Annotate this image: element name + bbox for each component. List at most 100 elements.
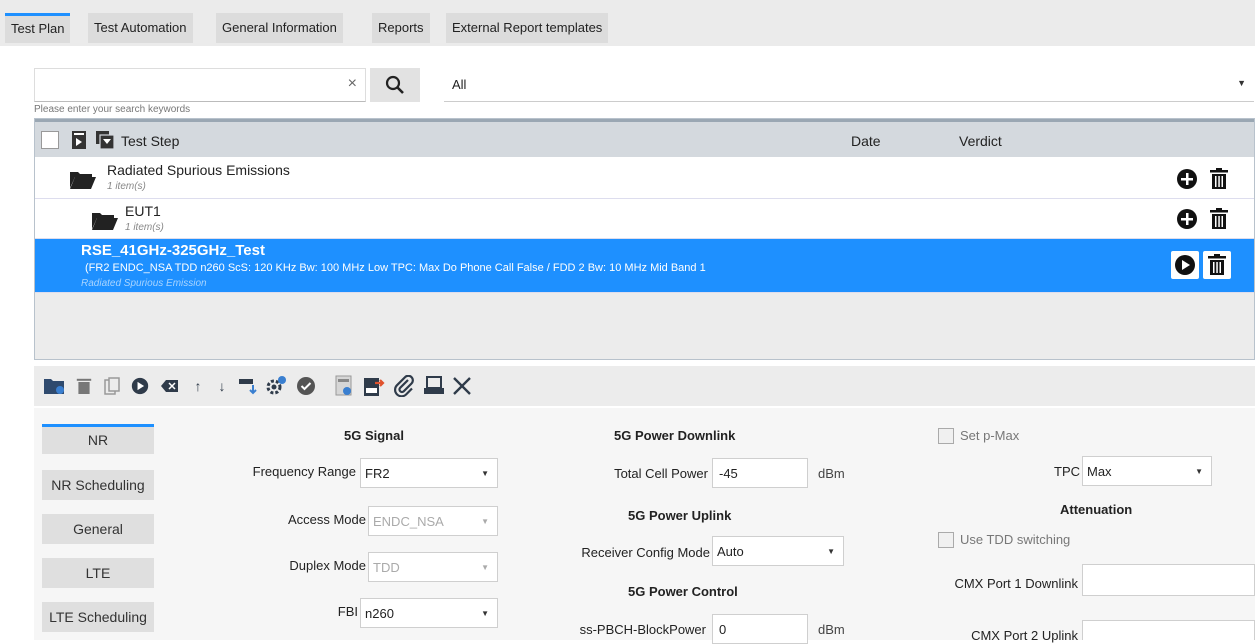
receiver-config-mode-value: Auto [717,544,744,559]
tab-test-plan[interactable]: Test Plan [5,13,71,43]
clear-search-icon[interactable]: × [348,75,357,93]
collapse-all-icon[interactable] [69,130,89,150]
import-button[interactable] [234,372,262,400]
tpc-value: Max [1087,464,1112,479]
delete-step-button[interactable] [70,372,98,400]
sidebar-item-lte-scheduling[interactable]: LTE Scheduling [42,602,154,632]
total-cell-power-unit: dBm [818,466,845,481]
chevron-down-icon: ▼ [1237,78,1246,88]
header-verdict: Verdict [959,133,1002,149]
select-all-checkbox[interactable] [41,131,59,149]
sidebar-item-nr-scheduling[interactable]: NR Scheduling [42,470,154,500]
test-step-tree: Test Step Date Verdict Radiated Spurious… [34,118,1255,360]
cmx-port-1-downlink-input[interactable] [1082,564,1255,596]
tpc-label: TPC [1054,464,1080,479]
toolbar: ↑ ↓ [34,366,1255,406]
add-button[interactable] [1173,165,1201,193]
new-folder-button[interactable] [40,372,68,400]
check-circle-icon [297,377,315,395]
use-tdd-switching-label: Use TDD switching [960,532,1071,547]
receiver-config-mode-select[interactable]: Auto ▼ [712,536,844,566]
total-cell-power-label: Total Cell Power [614,466,708,481]
printer-icon [424,376,444,394]
set-p-max-checkbox[interactable] [938,428,954,444]
delete-button[interactable] [1203,251,1231,279]
tree-row-group[interactable]: Radiated Spurious Emissions 1 item(s) [35,157,1254,199]
row-item-count: 1 item(s) [125,222,164,233]
paperclip-icon [394,375,414,397]
tree-row-test-step[interactable]: RSE_41GHz-325GHz_Test (FR2 ENDC_NSA TDD … [35,239,1254,293]
trash-icon [1210,168,1228,189]
delete-button[interactable] [1205,165,1233,193]
chevron-down-icon: ▼ [481,517,489,526]
chevron-down-icon: ▼ [481,609,489,618]
report-settings-icon [335,375,352,396]
settings-add-button[interactable] [262,372,290,400]
frequency-range-label: Frequency Range [252,464,356,479]
folder-open-icon [70,172,96,189]
cmx-port-1-downlink-label: CMX Port 1 Downlink [954,576,1078,591]
expand-all-icon[interactable] [95,130,115,150]
search-input[interactable]: × [34,68,366,102]
chevron-down-icon: ▼ [1195,467,1203,476]
plus-circle-icon [1177,209,1197,229]
header-date: Date [851,133,881,149]
sidebar-item-general[interactable]: General [42,514,154,544]
use-tdd-switching-checkbox[interactable] [938,532,954,548]
verify-button[interactable] [292,372,320,400]
sidebar-item-lte[interactable]: LTE [42,558,154,588]
copy-button[interactable] [98,372,126,400]
sidebar-item-nr[interactable]: NR [42,424,154,454]
close-button[interactable] [448,372,476,400]
total-cell-power-value: -45 [719,466,738,481]
trash-icon [76,378,92,394]
arrow-up-icon: ↑ [194,378,202,394]
run-button[interactable] [1171,251,1199,279]
fbi-label: FBI [337,604,358,619]
total-cell-power-input[interactable]: -45 [712,458,808,488]
tree-header: Test Step Date Verdict [35,119,1254,157]
search-icon [385,75,404,94]
row-title: RSE_41GHz-325GHz_Test [81,242,265,259]
frequency-range-select[interactable]: FR2 ▼ [360,458,498,488]
add-button[interactable] [1173,205,1201,233]
delete-button[interactable] [1205,205,1233,233]
tab-external-report-templates[interactable]: External Report templates [446,13,609,43]
filter-dropdown[interactable]: All ▼ [444,68,1254,102]
ss-pbch-blockpower-unit: dBm [818,622,845,637]
duplex-mode-value: TDD [373,560,400,575]
tab-test-automation[interactable]: Test Automation [88,13,193,43]
tab-bar: Test Plan Test Automation General Inform… [0,0,1255,46]
backspace-button[interactable] [156,372,184,400]
folder-open-icon [92,213,118,230]
tree-row-group[interactable]: EUT1 1 item(s) [35,199,1254,239]
section-title-attenuation: Attenuation [1060,502,1133,517]
tpc-select[interactable]: Max ▼ [1082,456,1212,486]
fbi-select[interactable]: n260 ▼ [360,598,498,628]
section-title-5g-power-uplink: 5G Power Uplink [628,508,732,523]
import-icon [239,379,257,395]
filter-value: All [452,77,467,92]
report-settings-button[interactable] [330,372,358,400]
row-detail: (FR2 ENDC_NSA TDD n260 ScS: 120 KHz Bw: … [85,262,706,274]
tab-general-information[interactable]: General Information [216,13,343,43]
row-title: Radiated Spurious Emissions [107,162,290,178]
header-test-step: Test Step [121,133,180,149]
row-title: EUT1 [125,203,161,219]
print-button[interactable] [420,372,448,400]
duplex-mode-label: Duplex Mode [289,558,366,573]
tab-reports[interactable]: Reports [372,13,430,43]
move-down-button[interactable]: ↓ [208,372,236,400]
row-item-count: 1 item(s) [107,181,146,192]
access-mode-select[interactable]: ENDC_NSA ▼ [368,506,498,536]
attach-button[interactable] [390,372,418,400]
duplex-mode-select[interactable]: TDD ▼ [368,552,498,582]
run-step-button[interactable] [126,372,154,400]
frequency-range-value: FR2 [365,466,390,481]
section-title-5g-signal: 5G Signal [344,428,404,443]
arrow-down-icon: ↓ [218,378,226,394]
cmx-port-2-uplink-label: CMX Port 2 Uplink [971,628,1078,643]
cmx-port-2-uplink-input[interactable] [1082,620,1255,640]
export-pdf-button[interactable] [360,372,388,400]
search-button[interactable] [370,68,420,102]
